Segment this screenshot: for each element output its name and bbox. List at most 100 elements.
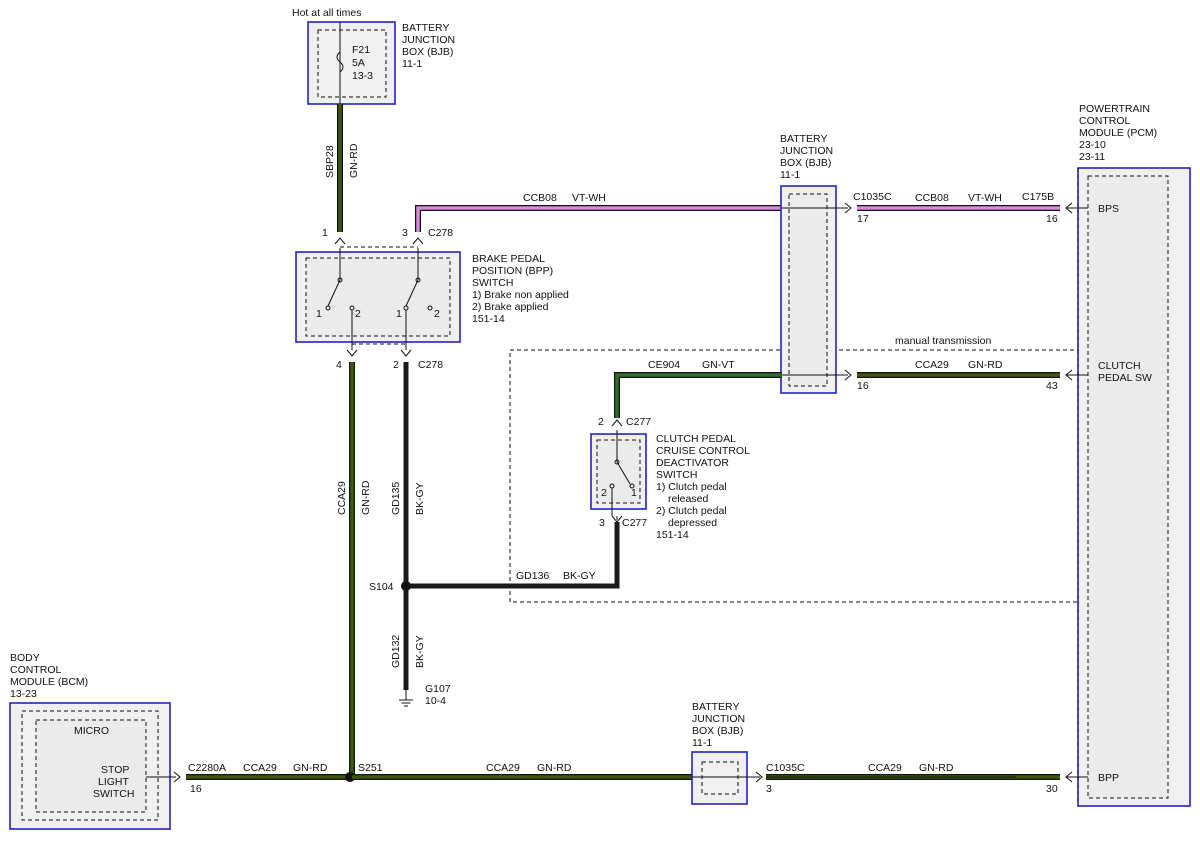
- wire-sbp28-color: GN-RD: [348, 143, 360, 178]
- bpp-pin-top-right: 3: [402, 227, 408, 239]
- wire-ce904-circuit: CE904: [648, 359, 680, 371]
- bpp-connector-top: C278: [428, 227, 453, 239]
- clutch-title-3: DEACTIVATOR: [656, 457, 729, 469]
- connector-c1035c-bot: C1035C: [766, 762, 805, 774]
- power-note: Hot at all times: [292, 7, 361, 19]
- pcm-pin-clutch-1: CLUTCH: [1098, 360, 1141, 372]
- clutch-title-1: CLUTCH PEDAL: [656, 433, 736, 445]
- wire-cca29-vert-circuit: CCA29: [336, 481, 348, 515]
- bjb-bottom-ref: 11-1: [692, 737, 712, 749]
- wire-sbp28-circuit: SBP28: [324, 145, 336, 178]
- bcm-micro: MICRO: [74, 725, 109, 737]
- wire-gd132-color: BK-GY: [414, 635, 426, 668]
- connector-c2280a: C2280A: [188, 762, 226, 774]
- bpp-state-1: 1) Brake non applied: [472, 289, 569, 301]
- wire-cca29-bot-right-color: GN-RD: [919, 762, 954, 774]
- connector-c278-top-left-icon: [334, 237, 346, 245]
- wire-gd136-color: BK-GY: [563, 570, 596, 582]
- bcm-line3: MODULE (BCM): [10, 676, 88, 688]
- wire-ccb08-pcm-circuit: CCB08: [915, 192, 949, 204]
- pcm-bpp-pin: 30: [1046, 783, 1058, 795]
- connector-c2280a-pin: 16: [190, 783, 202, 795]
- connector-c1035c-top: C1035C: [853, 191, 892, 203]
- pcm-pin-bpp: BPP: [1098, 772, 1119, 784]
- splice-s104: S104: [369, 581, 394, 593]
- bcm-stop-2: LIGHT: [98, 776, 130, 788]
- bpp-pin-bottom-left: 4: [336, 359, 342, 371]
- bjb-top-line3: BOX (BJB): [402, 46, 453, 58]
- connector-c278-bottom-right-icon: [400, 349, 412, 357]
- clutch-pin-bottom: 3: [599, 517, 605, 529]
- ground-name: G107: [425, 683, 451, 695]
- wire-cca29-bot-right-circuit: CCA29: [868, 762, 902, 774]
- connector-c278-top-right-icon: [412, 237, 424, 245]
- wire-cca29-pcm-circuit: CCA29: [915, 359, 949, 371]
- connector-c277-top-icon: [611, 419, 623, 427]
- bjb-top-line1: BATTERY: [402, 22, 449, 34]
- clutch-title-2: CRUISE CONTROL: [656, 445, 750, 457]
- bpp-pos-r2: 2: [434, 308, 440, 320]
- bjb-top: F21 5A 13-3: [307, 21, 396, 105]
- bjb-top-ref: 11-1: [402, 58, 422, 70]
- wire-cca29-bot-mid-circuit: CCA29: [486, 762, 520, 774]
- wiring-diagram: manual transmission F21 5A 13-3 Hot at a…: [9, 7, 1191, 830]
- wire-cca29-bcm-color: GN-RD: [293, 762, 328, 774]
- wire-ce904: [615, 373, 782, 418]
- bcm-box: [9, 702, 176, 830]
- bpp-connector-bottom: C278: [418, 359, 443, 371]
- clutch-connector-top: C277: [626, 416, 651, 428]
- pcm-line3: MODULE (PCM): [1079, 127, 1157, 139]
- connector-c1035c-bot-pin: 3: [766, 783, 772, 795]
- bjb-bottom: [691, 751, 760, 805]
- manual-transmission-label: manual transmission: [895, 335, 991, 347]
- splice-s104-dot: [401, 581, 411, 591]
- connector-c1035c-mid-pin: 16: [857, 380, 869, 392]
- clutch-connector-bottom: C277: [622, 517, 647, 529]
- bpp-pos-r1: 1: [396, 308, 402, 320]
- ground-ref: 10-4: [425, 695, 446, 707]
- bpp-pin-bottom-right: 2: [393, 359, 399, 371]
- bpp-pos-l2: 2: [355, 308, 361, 320]
- clutch-state-1b: released: [668, 493, 708, 505]
- bpp-switch-box: 1 2 1 2: [295, 248, 461, 350]
- bjb-bottom-line2: JUNCTION: [692, 713, 745, 725]
- bcm-stop-1: STOP: [101, 764, 129, 776]
- wire-ce904-outline: [614, 372, 782, 418]
- wire-ce904-color: GN-VT: [702, 359, 735, 371]
- wire-gd135-circuit: GD135: [390, 482, 402, 515]
- bjb-bottom-line3: BOX (BJB): [692, 725, 743, 737]
- pcm-clutch-pin: 43: [1046, 380, 1058, 392]
- bjb-mid: [780, 185, 848, 394]
- clutch-title-4: SWITCH: [656, 469, 697, 481]
- connector-c175b-pin: 16: [1046, 213, 1058, 225]
- fuse-name: F21: [352, 44, 370, 56]
- bcm-line2: CONTROL: [10, 664, 61, 676]
- pcm-ref1: 23-10: [1079, 139, 1106, 151]
- bpp-ref: 151-14: [472, 313, 505, 325]
- clutch-pin-top: 2: [598, 416, 604, 428]
- pcm-pin-clutch-2: PEDAL SW: [1098, 372, 1152, 384]
- wire-gd136-circuit: GD136: [516, 570, 549, 582]
- bcm-line1: BODY: [10, 652, 40, 664]
- bpp-pin-top-left: 1: [322, 227, 328, 239]
- wire-ccb08-pcm-color: VT-WH: [968, 192, 1002, 204]
- bjb-mid-line3: BOX (BJB): [780, 157, 831, 169]
- bpp-title-2: POSITION (BPP): [472, 265, 553, 277]
- connector-c278-bottom-left-icon: [346, 349, 358, 357]
- fuse-ref: 13-3: [352, 70, 373, 82]
- bjb-mid-line2: JUNCTION: [780, 145, 833, 157]
- connector-c1035c-top-pin: 17: [857, 213, 869, 225]
- wire-ccb08-outline: [415, 205, 782, 232]
- wire-cca29-bcm-circuit: CCA29: [243, 762, 277, 774]
- pcm-pin-bps: BPS: [1098, 203, 1119, 215]
- bjb-mid-line1: BATTERY: [780, 133, 827, 145]
- bpp-state-2: 2) Brake applied: [472, 301, 549, 313]
- clutch-state-2a: 2) Clutch pedal: [656, 505, 727, 517]
- bpp-title-1: BRAKE PEDAL: [472, 253, 545, 265]
- wire-cca29-vert-color: GN-RD: [360, 480, 372, 515]
- bcm-stop-3: SWITCH: [93, 788, 134, 800]
- connector-c175b: C175B: [1022, 191, 1054, 203]
- wire-gd132-circuit: GD132: [390, 635, 402, 668]
- wire-cca29-bot-mid-color: GN-RD: [537, 762, 572, 774]
- clutch-switch-box: 2 1: [590, 430, 647, 520]
